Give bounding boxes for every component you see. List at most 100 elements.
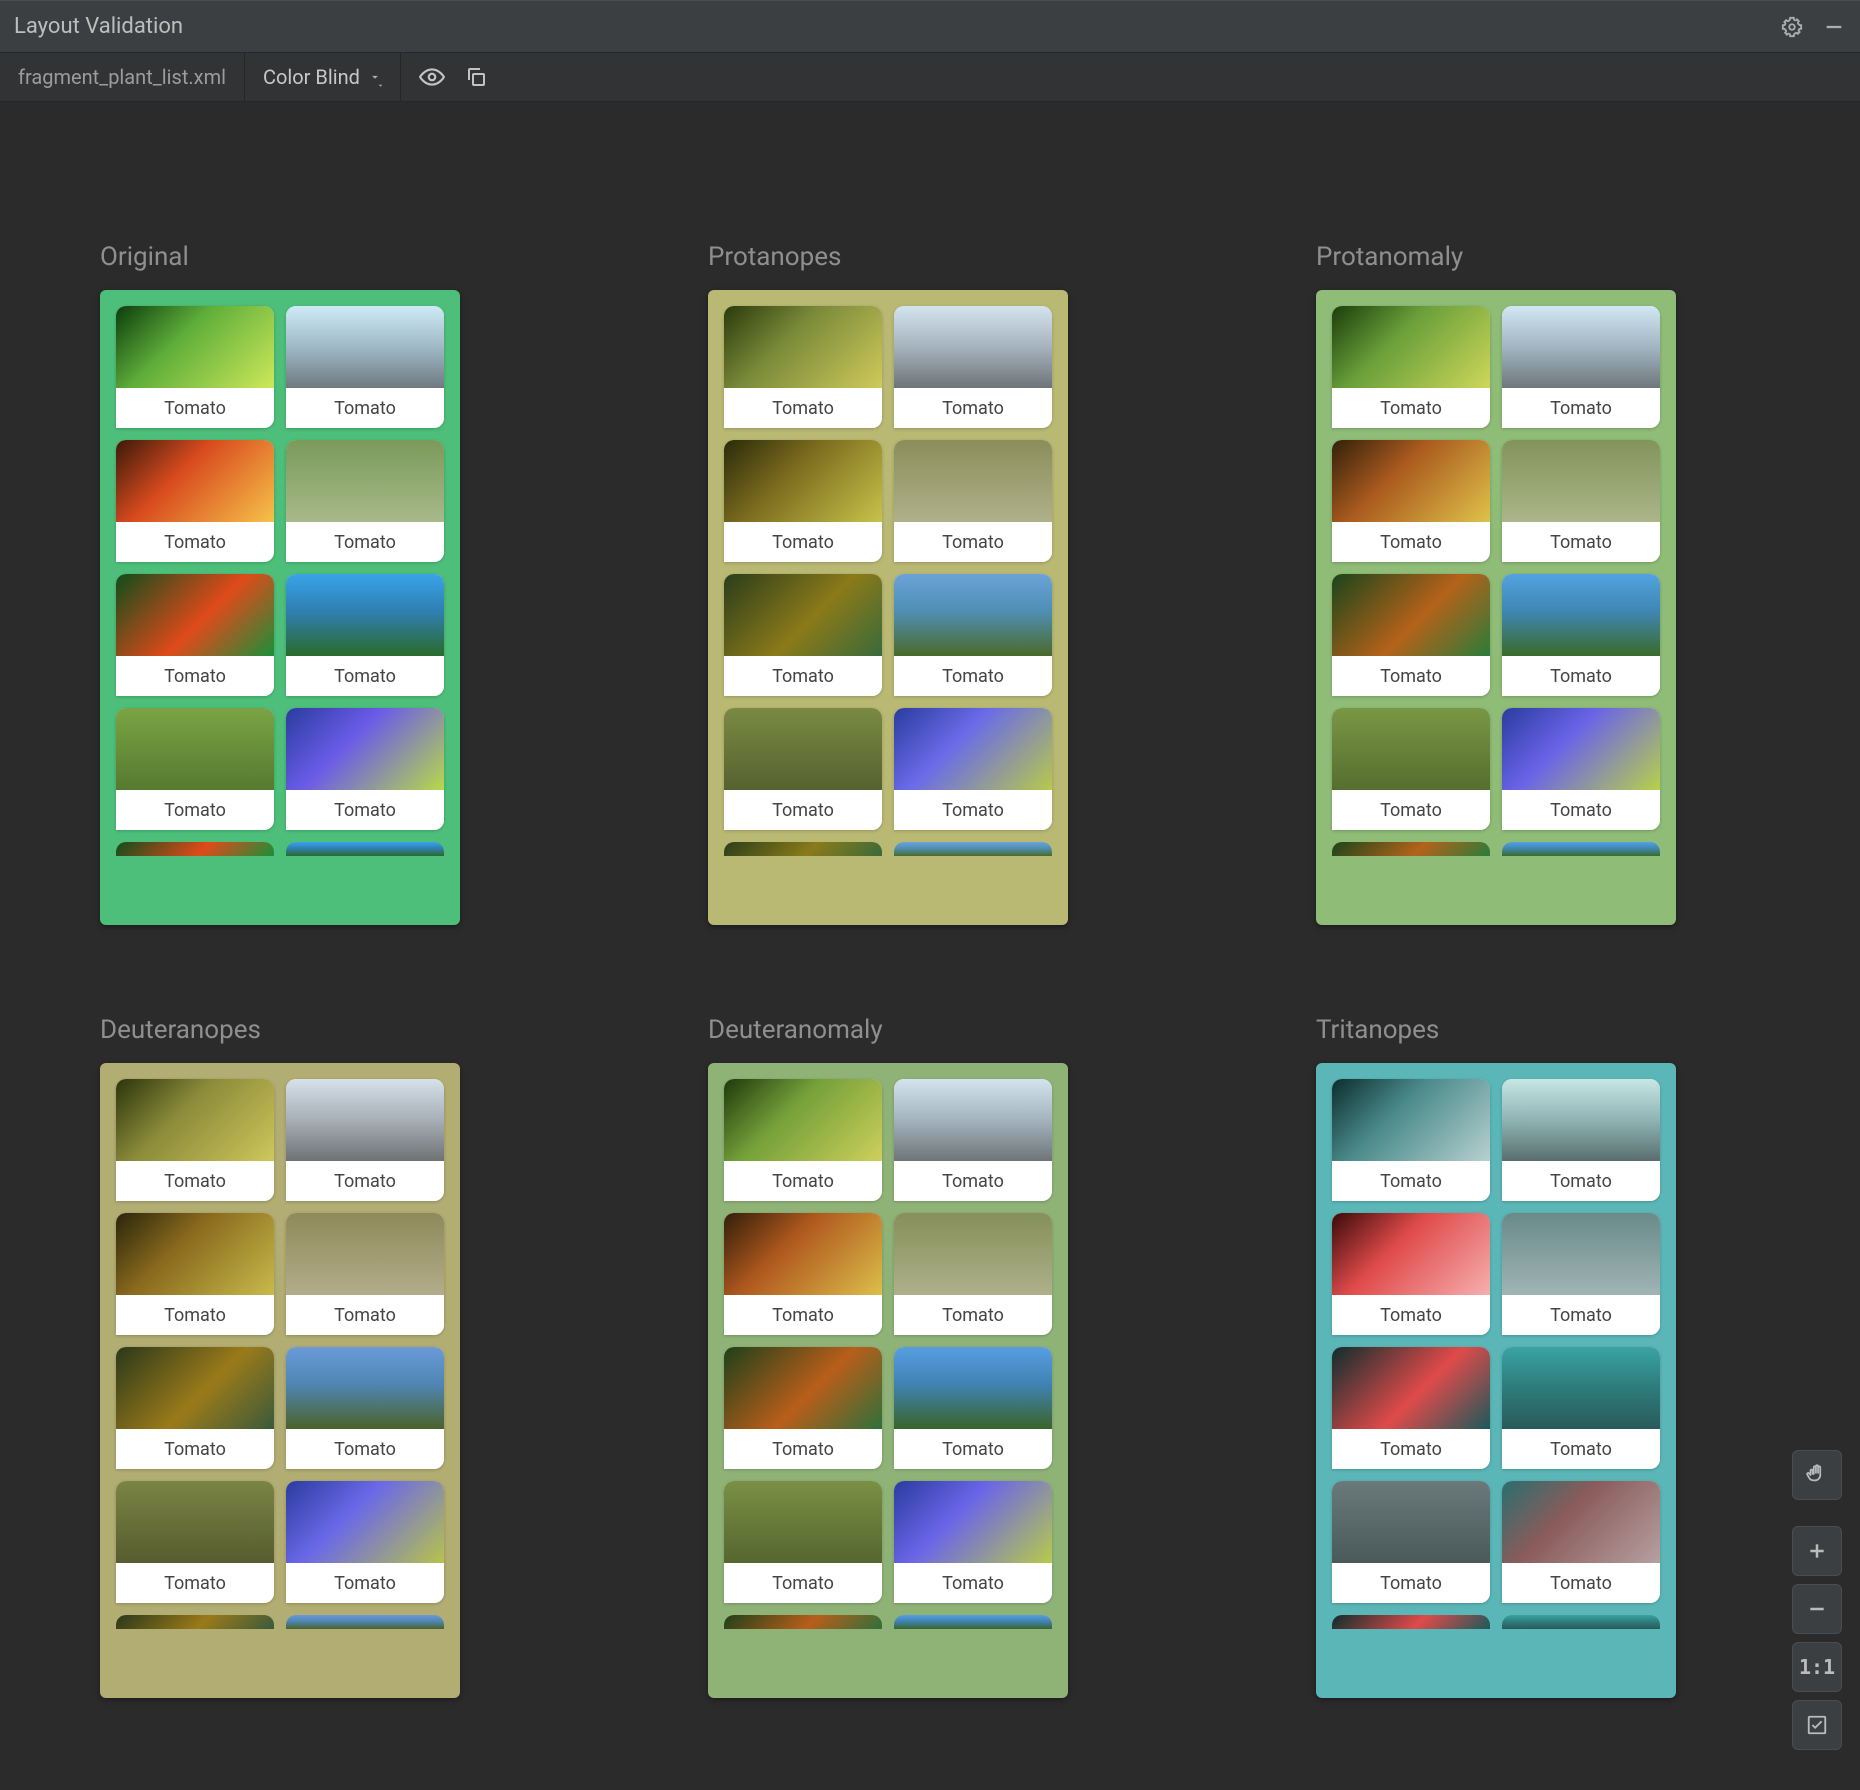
plant-card[interactable]: Tomato xyxy=(286,1347,444,1469)
plant-card[interactable]: Tomato xyxy=(894,440,1052,562)
plant-card-label: Tomato xyxy=(894,1295,1052,1335)
plant-card-label: Tomato xyxy=(1502,1161,1660,1201)
plant-card[interactable]: Tomato xyxy=(1332,1213,1490,1335)
plant-card[interactable]: Tomato xyxy=(286,1481,444,1603)
plant-card-label: Tomato xyxy=(1332,522,1490,562)
preview-label: Tritanopes xyxy=(1316,1015,1860,1045)
validation-mode-dropdown[interactable]: Color Blind xyxy=(245,53,401,101)
plant-card[interactable]: Tomato xyxy=(116,1481,274,1603)
plant-thumbnail xyxy=(1332,708,1490,790)
plant-card[interactable]: Tomato xyxy=(894,306,1052,428)
plant-card[interactable]: Tomato xyxy=(724,1347,882,1469)
plant-card[interactable]: Tomato xyxy=(894,1347,1052,1469)
plant-card[interactable]: Tomato xyxy=(116,306,274,428)
plant-card-partial xyxy=(116,842,274,856)
plant-card-label: Tomato xyxy=(1502,1563,1660,1603)
plant-card[interactable]: Tomato xyxy=(894,1079,1052,1201)
plant-thumbnail xyxy=(894,708,1052,790)
pan-tool-button[interactable] xyxy=(1792,1450,1842,1500)
plant-card[interactable]: Tomato xyxy=(286,1213,444,1335)
zoom-tool-rail: 1:1 xyxy=(1792,1450,1842,1750)
plant-card[interactable]: Tomato xyxy=(1332,440,1490,562)
copy-icon[interactable] xyxy=(463,64,489,90)
plant-card[interactable]: Tomato xyxy=(724,440,882,562)
plant-card[interactable]: Tomato xyxy=(1332,574,1490,696)
minimize-icon[interactable] xyxy=(1822,15,1846,39)
zoom-out-button[interactable] xyxy=(1792,1584,1842,1634)
plant-card[interactable]: Tomato xyxy=(1332,1347,1490,1469)
plant-card[interactable]: Tomato xyxy=(724,1481,882,1603)
plant-thumbnail xyxy=(286,1347,444,1429)
plant-thumbnail xyxy=(1502,306,1660,388)
plant-card[interactable]: Tomato xyxy=(894,1213,1052,1335)
plant-card[interactable]: Tomato xyxy=(286,440,444,562)
plant-card-label: Tomato xyxy=(1332,1429,1490,1469)
plant-card[interactable]: Tomato xyxy=(724,574,882,696)
device-frame[interactable]: TomatoTomatoTomatoTomatoTomatoTomatoToma… xyxy=(1316,1063,1676,1698)
zoom-in-button[interactable] xyxy=(1792,1526,1842,1576)
zoom-reset-button[interactable]: 1:1 xyxy=(1792,1642,1842,1692)
plant-card-label: Tomato xyxy=(1502,388,1660,428)
plant-card[interactable]: Tomato xyxy=(724,1213,882,1335)
zoom-fit-button[interactable] xyxy=(1792,1700,1842,1750)
plant-card[interactable]: Tomato xyxy=(1502,1213,1660,1335)
plant-card[interactable]: Tomato xyxy=(1502,574,1660,696)
plant-thumbnail xyxy=(1502,1481,1660,1563)
device-frame[interactable]: TomatoTomatoTomatoTomatoTomatoTomatoToma… xyxy=(1316,290,1676,925)
plant-card[interactable]: Tomato xyxy=(1502,708,1660,830)
device-frame[interactable]: TomatoTomatoTomatoTomatoTomatoTomatoToma… xyxy=(708,290,1068,925)
plant-card[interactable]: Tomato xyxy=(286,708,444,830)
plant-card[interactable]: Tomato xyxy=(286,306,444,428)
plant-thumbnail xyxy=(286,1079,444,1161)
plant-card-label: Tomato xyxy=(724,522,882,562)
plant-card[interactable]: Tomato xyxy=(286,574,444,696)
plant-card[interactable]: Tomato xyxy=(116,1213,274,1335)
plant-card[interactable]: Tomato xyxy=(1332,708,1490,830)
device-frame[interactable]: TomatoTomatoTomatoTomatoTomatoTomatoToma… xyxy=(100,290,460,925)
eye-icon[interactable] xyxy=(419,64,445,90)
plant-card[interactable]: Tomato xyxy=(1502,1481,1660,1603)
plant-card-partial xyxy=(1502,842,1660,856)
device-grid: TomatoTomatoTomatoTomatoTomatoTomatoToma… xyxy=(116,1079,444,1603)
toolbar-view-icons xyxy=(401,53,507,101)
plant-thumbnail xyxy=(286,574,444,656)
plant-card[interactable]: Tomato xyxy=(1502,1347,1660,1469)
plant-card[interactable]: Tomato xyxy=(116,440,274,562)
plant-thumbnail xyxy=(724,1079,882,1161)
plant-card[interactable]: Tomato xyxy=(116,574,274,696)
plant-card[interactable]: Tomato xyxy=(724,708,882,830)
plant-thumbnail xyxy=(116,440,274,522)
plant-card[interactable]: Tomato xyxy=(894,1481,1052,1603)
plant-thumbnail xyxy=(894,1481,1052,1563)
plant-card-label: Tomato xyxy=(1502,656,1660,696)
preview-canvas[interactable]: OriginalTomatoTomatoTomatoTomatoTomatoTo… xyxy=(0,102,1860,1790)
plant-card-label: Tomato xyxy=(894,388,1052,428)
plant-thumbnail xyxy=(724,574,882,656)
plant-card[interactable]: Tomato xyxy=(894,708,1052,830)
plant-card[interactable]: Tomato xyxy=(1502,1079,1660,1201)
plant-thumbnail xyxy=(894,1079,1052,1161)
plant-card[interactable]: Tomato xyxy=(894,574,1052,696)
plant-card-label: Tomato xyxy=(724,790,882,830)
plant-card[interactable]: Tomato xyxy=(724,306,882,428)
plant-card[interactable]: Tomato xyxy=(116,1079,274,1201)
plant-card[interactable]: Tomato xyxy=(116,708,274,830)
plant-thumbnail xyxy=(1332,1213,1490,1295)
plant-card[interactable]: Tomato xyxy=(724,1079,882,1201)
plant-card[interactable]: Tomato xyxy=(286,1079,444,1201)
plant-card[interactable]: Tomato xyxy=(116,1347,274,1469)
plant-card[interactable]: Tomato xyxy=(1332,306,1490,428)
plant-card[interactable]: Tomato xyxy=(1502,306,1660,428)
plant-card[interactable]: Tomato xyxy=(1502,440,1660,562)
plant-card-label: Tomato xyxy=(116,1429,274,1469)
plant-thumbnail xyxy=(724,440,882,522)
device-frame[interactable]: TomatoTomatoTomatoTomatoTomatoTomatoToma… xyxy=(708,1063,1068,1698)
plant-card[interactable]: Tomato xyxy=(1332,1079,1490,1201)
preview-label: Original xyxy=(100,242,690,272)
plant-card[interactable]: Tomato xyxy=(1332,1481,1490,1603)
gear-icon[interactable] xyxy=(1780,15,1804,39)
plant-thumbnail xyxy=(1502,1213,1660,1295)
device-frame[interactable]: TomatoTomatoTomatoTomatoTomatoTomatoToma… xyxy=(100,1063,460,1698)
preview-grid: OriginalTomatoTomatoTomatoTomatoTomatoTo… xyxy=(0,102,1860,1758)
plant-card-partial xyxy=(1332,1615,1490,1629)
